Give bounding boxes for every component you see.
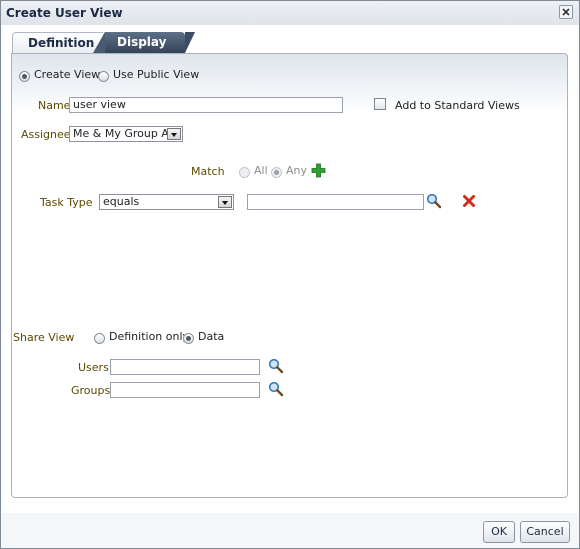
- add-to-standard-views-label: Add to Standard Views: [395, 99, 520, 112]
- assignee-label: Assignee: [21, 128, 71, 141]
- cancel-button[interactable]: Cancel: [520, 521, 570, 543]
- search-icon[interactable]: [268, 381, 284, 397]
- chevron-down-icon: [218, 196, 232, 208]
- tab-display-label: Display: [117, 35, 167, 49]
- tab-display[interactable]: Display: [93, 32, 195, 53]
- close-icon: [562, 8, 570, 16]
- chevron-down-icon: [167, 128, 181, 140]
- share-definition-only-radio[interactable]: [94, 333, 105, 344]
- assignee-value: Me & My Group All: [73, 127, 175, 140]
- ok-button[interactable]: OK: [483, 521, 515, 543]
- users-field[interactable]: [110, 359, 260, 375]
- definition-panel: [11, 53, 568, 498]
- use-public-view-label: Use Public View: [113, 68, 200, 81]
- name-field[interactable]: user view: [69, 97, 343, 113]
- task-type-operator-select[interactable]: equals: [99, 194, 234, 210]
- share-definition-only-label: Definition only: [109, 330, 190, 343]
- share-data-radio[interactable]: [183, 333, 194, 344]
- dialog-title: Create User View: [6, 6, 123, 20]
- assignee-select[interactable]: Me & My Group All: [69, 126, 183, 142]
- groups-field[interactable]: [110, 382, 260, 398]
- task-type-value-field[interactable]: [247, 194, 424, 210]
- share-data-label: Data: [198, 330, 225, 343]
- tab-definition[interactable]: Definition: [12, 32, 117, 54]
- tab-definition-label: Definition: [28, 36, 95, 50]
- delete-icon[interactable]: [462, 194, 476, 208]
- search-icon[interactable]: [268, 358, 284, 374]
- add-to-standard-views-checkbox[interactable]: [374, 98, 386, 110]
- task-type-label: Task Type: [40, 196, 93, 209]
- title-bar: Create User View: [1, 1, 579, 25]
- match-all-label: All: [254, 164, 268, 177]
- use-public-view-radio[interactable]: [98, 71, 109, 82]
- share-view-label: Share View: [13, 331, 75, 344]
- match-any-label: Any: [286, 164, 308, 177]
- close-button[interactable]: [559, 5, 573, 19]
- match-all-radio[interactable]: [239, 167, 250, 178]
- name-label: Name: [38, 99, 71, 112]
- add-icon[interactable]: [311, 163, 326, 178]
- create-user-view-dialog: Create User View Definition Display Crea…: [0, 0, 580, 549]
- match-label: Match: [191, 165, 225, 178]
- search-icon[interactable]: [426, 193, 442, 209]
- create-view-label: Create View: [34, 68, 101, 81]
- users-label: Users: [78, 361, 109, 374]
- task-type-operator-value: equals: [103, 195, 140, 208]
- groups-label: Groups: [71, 384, 111, 397]
- create-view-radio[interactable]: [19, 71, 30, 82]
- match-any-radio[interactable]: [271, 167, 282, 178]
